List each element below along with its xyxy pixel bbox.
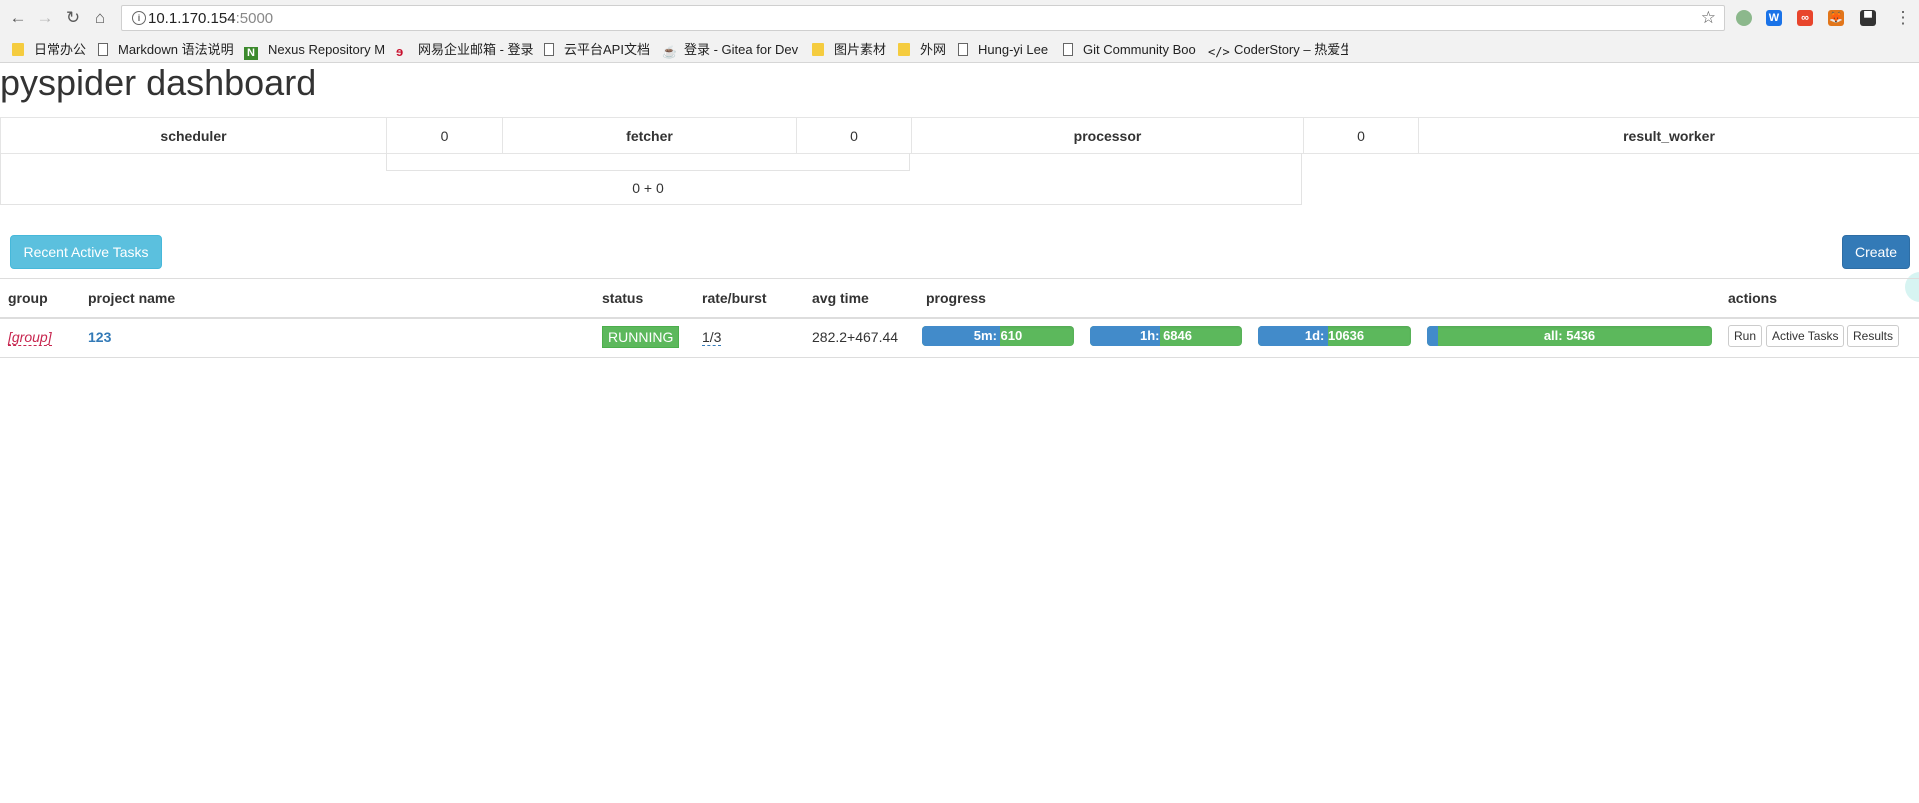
progress-all-label: all: 5436 — [1543, 328, 1596, 343]
code-icon: </> — [1208, 45, 1230, 59]
header-project-name: project name — [88, 290, 176, 306]
gitea-icon: ☕ — [662, 45, 677, 59]
project-group-link[interactable]: [group] — [8, 329, 52, 346]
avg-time-value: 282.2+467.44 — [812, 329, 899, 345]
progress-1h[interactable]: 1h: 6846 — [1090, 326, 1242, 346]
url-host: 10.1.170.154 — [148, 10, 236, 27]
oo-extension-icon[interactable]: ∞ — [1797, 10, 1813, 26]
header-progress: progress — [926, 290, 986, 306]
queue-total: 0 + 0 — [632, 180, 664, 196]
run-button[interactable]: Run — [1728, 325, 1763, 347]
bookmark-item[interactable]: 日常办公 — [12, 40, 86, 60]
queue-fetcher-label: fetcher — [502, 117, 797, 154]
bookmark-label: 登录 - Gitea for Dev — [684, 42, 799, 57]
page-icon — [958, 43, 968, 56]
header-avg-time: avg time — [812, 290, 869, 306]
bookmark-label: CoderStory – 热爱生 — [1234, 42, 1348, 57]
bookmark-item[interactable]: </> CoderStory – 热爱生 — [1208, 40, 1348, 60]
queue-scheduler-count: 0 — [386, 117, 503, 154]
active-tasks-button[interactable]: Active Tasks — [1766, 325, 1845, 347]
browser-chrome: ← → ↻ ⌂ i 10.1.170.154:5000 ☆ ⋮ W ∞ 🦊 ▀ 日常办… — [0, 0, 1919, 63]
progress-5m-label: 5m: 610 — [973, 328, 1023, 343]
queue-processor-count: 0 — [1303, 117, 1419, 154]
queue-processor-label: processor — [911, 117, 1304, 154]
bookmark-item[interactable]: ɘ 网易企业邮箱 - 登录 — [396, 40, 534, 60]
progress-all[interactable]: all: 5436 — [1427, 326, 1712, 346]
header-status: status — [602, 290, 644, 306]
bookmark-item[interactable]: 外网 — [898, 40, 948, 60]
forward-icon[interactable]: → — [35, 8, 55, 28]
bookmark-item[interactable]: 云平台API文档 — [544, 40, 652, 60]
address-bar[interactable]: i 10.1.170.154:5000 ☆ — [121, 5, 1725, 31]
bookmark-item[interactable]: Git Community Boo — [1063, 40, 1199, 60]
folder-icon — [898, 43, 910, 56]
folder-icon — [12, 43, 24, 56]
home-icon[interactable]: ⌂ — [90, 8, 110, 28]
bookmark-item[interactable]: N Nexus Repository M — [244, 40, 386, 60]
queue-scheduler-label: scheduler — [0, 117, 387, 154]
header-actions: actions — [1728, 290, 1778, 306]
reload-icon[interactable]: ↻ — [63, 8, 83, 28]
table-row: [group] 123 RUNNING 1/3 282.2+467.44 5m:… — [0, 318, 1919, 358]
progress-5m[interactable]: 5m: 610 — [922, 326, 1074, 346]
progress-1d[interactable]: 1d: 10636 — [1258, 326, 1411, 346]
bookmark-label: Hung-yi Lee — [978, 42, 1049, 57]
fox-extension-icon[interactable]: 🦊 — [1828, 10, 1844, 26]
recent-active-tasks-button[interactable]: Recent Active Tasks — [10, 235, 162, 269]
url-text[interactable]: 10.1.170.154:5000 — [148, 10, 273, 27]
bookmark-label: 云平台API文档 — [564, 42, 650, 57]
bookmark-item[interactable]: Markdown 语法说明 — [98, 40, 234, 60]
folder-icon — [812, 43, 824, 56]
bookmark-label: Git Community Boo — [1083, 42, 1196, 57]
queue-connector — [386, 153, 910, 171]
back-icon[interactable]: ← — [8, 8, 28, 28]
bookmark-star-icon[interactable]: ☆ — [1701, 8, 1716, 28]
w-extension-icon[interactable]: W — [1766, 10, 1782, 26]
projects-header-row: group project name status rate/burst avg… — [0, 278, 1919, 319]
menu-icon[interactable]: ⋮ — [1893, 8, 1913, 28]
bookmark-item[interactable]: 图片素材 — [812, 40, 888, 60]
bookmark-label: Nexus Repository M — [268, 42, 386, 57]
dark-extension-icon[interactable]: ▀ — [1860, 10, 1876, 26]
bookmark-item[interactable]: Hung-yi Lee — [958, 40, 1052, 60]
bookmark-label: 日常办公 — [34, 42, 86, 57]
queue-status-table: scheduler 0 fetcher 0 processor 0 result… — [0, 117, 1919, 154]
progress-1d-label: 1d: 10636 — [1304, 328, 1365, 343]
info-icon[interactable]: i — [132, 11, 146, 25]
url-port: :5000 — [235, 10, 274, 27]
bookmark-item[interactable]: ☕ 登录 - Gitea for Dev — [662, 40, 800, 60]
page-icon — [1063, 43, 1073, 56]
project-name-link[interactable]: 123 — [88, 329, 111, 345]
browser-toolbar: ← → ↻ ⌂ i 10.1.170.154:5000 ☆ ⋮ W ∞ 🦊 ▀ — [0, 0, 1919, 36]
create-project-button[interactable]: Create — [1842, 235, 1910, 269]
queue-fetcher-count: 0 — [796, 117, 912, 154]
status-badge[interactable]: RUNNING — [602, 326, 680, 348]
bookmark-label: 网易企业邮箱 - 登录 — [418, 42, 534, 57]
page-icon — [544, 43, 554, 56]
page-content: pyspider dashboard scheduler 0 fetcher 0… — [0, 62, 1919, 803]
progress-1h-label: 1h: 6846 — [1139, 328, 1193, 343]
header-rate-burst: rate/burst — [702, 290, 767, 306]
grey-circle-extension-icon[interactable] — [1736, 10, 1752, 26]
bookmark-label: Markdown 语法说明 — [118, 42, 234, 57]
header-group: group — [8, 290, 48, 306]
bookmark-label: 外网 — [920, 42, 947, 57]
netease-icon: ɘ — [396, 44, 404, 59]
results-button[interactable]: Results — [1847, 325, 1900, 347]
bookmark-label: 图片素材 — [834, 42, 887, 57]
queue-result-worker-label: result_worker — [1418, 117, 1919, 154]
page-icon — [98, 43, 108, 56]
rate-burst-value[interactable]: 1/3 — [702, 329, 722, 346]
page-title: pyspider dashboard — [0, 62, 317, 103]
